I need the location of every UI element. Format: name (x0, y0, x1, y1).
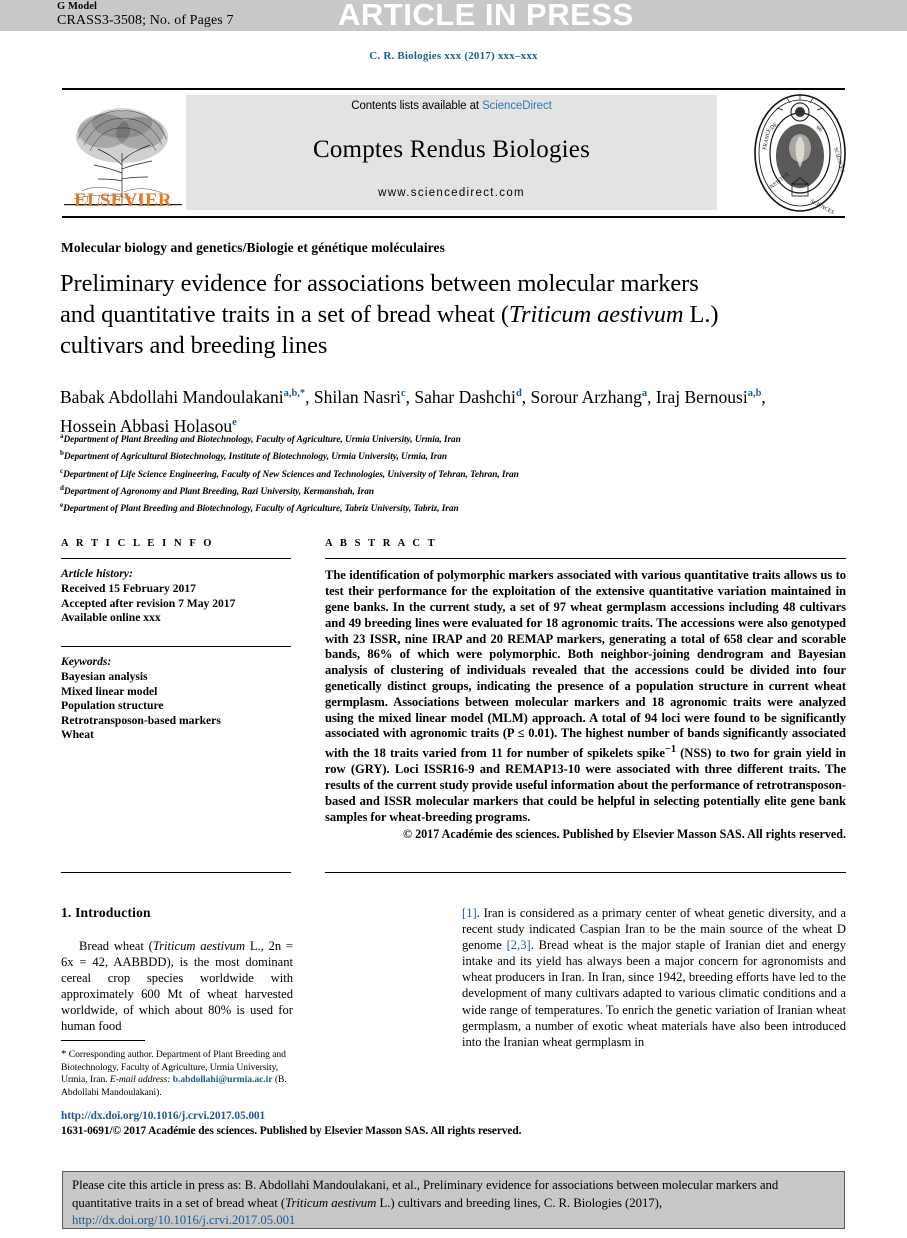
keyword-item: Mixed linear model (61, 684, 158, 698)
affiliation-item: dDepartment of Agronomy and Plant Breedi… (60, 482, 820, 499)
author-affiliation-marks: d (515, 388, 522, 399)
body-rule-left (61, 872, 291, 874)
cite-part-2: L.) cultivars and breeding lines, C. R. … (376, 1195, 663, 1210)
author-name: Iraj Bernousi (655, 386, 748, 407)
masthead-rule-top (62, 88, 845, 90)
author-affiliation-marks: a,b (747, 388, 762, 399)
cite-species-name: Triticum aestivum (285, 1195, 377, 1210)
abstract-rule (325, 558, 846, 560)
keyword-item: Retrotransposon-based markers (61, 713, 221, 727)
author-affiliation-marks: c (400, 388, 406, 399)
page-title: Preliminary evidence for associations be… (60, 268, 720, 361)
contents-prefix: Contents lists available at (351, 100, 483, 112)
affiliation-text: Department of Plant Breeding and Biotech… (63, 435, 461, 446)
contents-available-line: Contents lists available at ScienceDirec… (186, 100, 717, 112)
abstract-column: A B S T R A C T The identification of po… (325, 538, 846, 843)
keyword-item: Bayesian analysis (61, 669, 148, 683)
author-entry: Sahar Dashchid (414, 387, 521, 407)
introduction-left-column: Bread wheat (Triticum aestivum L., 2n = … (61, 938, 293, 1035)
accepted-date: Accepted after revision 7 May 2017 (61, 596, 236, 610)
body-rule-right (325, 872, 846, 874)
abstract-text: The identification of polymorphic marker… (325, 568, 846, 825)
intro-species-name: Triticum aestivum (152, 939, 246, 953)
g-model-label: G Model (57, 1, 98, 12)
abstract-heading: A B S T R A C T (325, 538, 438, 549)
cite-this-article-text: Please cite this article in press as: B.… (72, 1177, 838, 1230)
title-line-1: Preliminary evidence for associations be… (60, 270, 615, 297)
author-affiliation-marks: a,b,* (283, 388, 306, 399)
affiliation-text: Department of Agricultural Biotechnology… (63, 452, 447, 463)
affiliation-list: aDepartment of Plant Breeding and Biotec… (60, 430, 820, 516)
intro-text-post: L., 2n = 6x = 42, AABBDD), is the most d… (61, 939, 293, 1034)
issn-copyright-line: 1631-0691/© 2017 Académie des sciences. … (61, 1125, 522, 1137)
intro-text-pre: Bread wheat ( (79, 939, 153, 953)
svg-text:SCIENCES: SCIENCES (809, 198, 835, 214)
author-name: Shilan Nasri (313, 386, 401, 407)
corresponding-author-footnote: * Corresponding author. Department of Pl… (61, 1048, 293, 1099)
journal-title: Comptes Rendus Biologies (312, 136, 591, 163)
elsevier-wordmark: ELSEVIER (74, 190, 172, 211)
email-address-label: E-mail address: (109, 1074, 171, 1086)
available-online-date: Available online xxx (61, 611, 161, 625)
article-in-press-text: ARTICLE IN PRESS (338, 0, 634, 32)
doi-link[interactable]: http://dx.doi.org/10.1016/j.crvi.2017.05… (61, 1110, 265, 1122)
article-info-column: A R T I C L E I N F O Article history: R… (61, 538, 291, 743)
sciencedirect-url[interactable]: www.sciencedirect.com (186, 187, 717, 199)
cite-doi-link[interactable]: http://dx.doi.org/10.1016/j.crvi.2017.05… (72, 1213, 295, 1227)
svg-text:SCIENCES: SCIENCES (832, 147, 845, 174)
introduction-heading: 1. Introduction (61, 905, 151, 920)
abstract-copyright: © 2017 Académie des sciences. Published … (403, 827, 846, 842)
author-entry: Iraj Bernousia,b (656, 387, 762, 407)
article-info-rule (61, 558, 291, 560)
author-entry: Sorour Arzhanga (531, 387, 648, 407)
article-info-heading: A R T I C L E I N F O (61, 538, 215, 549)
keywords-block: Keywords: Bayesian analysis Mixed linear… (61, 655, 291, 743)
affiliation-text: Department of Life Science Engineering, … (63, 469, 519, 480)
abstract-part-1: The identification of polymorphic marker… (325, 568, 846, 761)
introduction-paragraph: Bread wheat (Triticum aestivum L., 2n = … (61, 938, 293, 1035)
footnote-rule (61, 1040, 145, 1042)
keyword-item: Wheat (61, 728, 94, 742)
article-history-block: Article history: Received 15 February 20… (61, 567, 291, 625)
author-name: Sahar Dashchi (414, 386, 516, 407)
article-id-label: CRASS3-3508; No. of Pages 7 (57, 13, 234, 28)
title-paren-open: ( (500, 301, 509, 328)
masthead-rule-bottom (62, 216, 845, 219)
keywords-label: Keywords: (61, 655, 112, 669)
author-entry: Babak Abdollahi Mandoulakania,b,* (60, 387, 305, 407)
affiliation-text: Department of Plant Breeding and Biotech… (63, 504, 459, 515)
citation-link-2[interactable]: [2,3] (507, 938, 531, 952)
author-affiliation-marks: a (641, 388, 648, 399)
article-history-label: Article history: (61, 567, 133, 581)
title-species-name: Triticum aestivum (508, 301, 684, 328)
article-category: Molecular biology and genetics/Biologie … (61, 240, 445, 255)
introduction-paragraph-continued: [1]. Iran is considered as a primary cen… (462, 905, 846, 1050)
abstract-superscript: −1 (664, 744, 677, 756)
affiliation-item: bDepartment of Agricultural Biotechnolog… (60, 447, 820, 464)
author-name: Babak Abdollahi Mandoulakani (60, 386, 284, 407)
affiliation-item: aDepartment of Plant Breeding and Biotec… (60, 430, 820, 447)
keyword-item: Population structure (61, 699, 164, 713)
author-name: Sorour Arzhang (530, 386, 642, 407)
paper-page: G Model CRASS3-3508; No. of Pages 7 ARTI… (0, 0, 907, 1238)
author-entry: Shilan Nasric (314, 387, 406, 407)
sciencedirect-link[interactable]: ScienceDirect (482, 100, 552, 112)
svg-text:FRANCE: FRANCE (762, 127, 773, 150)
corresponding-author-email-link[interactable]: b.abdollahi@urmia.ac.ir (173, 1074, 273, 1085)
affiliation-text: Department of Agronomy and Plant Breedin… (63, 486, 374, 497)
journal-reference-line: C. R. Biologies xxx (2017) xxx–xxx (369, 50, 538, 62)
citation-link-1[interactable]: [1] (462, 906, 477, 920)
affiliation-item: eDepartment of Plant Breeding and Biotec… (60, 499, 820, 516)
affiliation-item: cDepartment of Life Science Engineering,… (60, 465, 820, 482)
intro-right-text-2: . Bread wheat is the major staple of Ira… (462, 938, 846, 1049)
author-affiliation-marks: e (232, 416, 237, 428)
academie-des-sciences-seal: DE 66 FRANCE SCIENCES INSTITUT SCIENCES (754, 94, 846, 214)
received-date: Received 15 February 2017 (61, 581, 196, 595)
keywords-rule (61, 645, 291, 648)
introduction-right-column: [1]. Iran is considered as a primary cen… (462, 905, 846, 1050)
